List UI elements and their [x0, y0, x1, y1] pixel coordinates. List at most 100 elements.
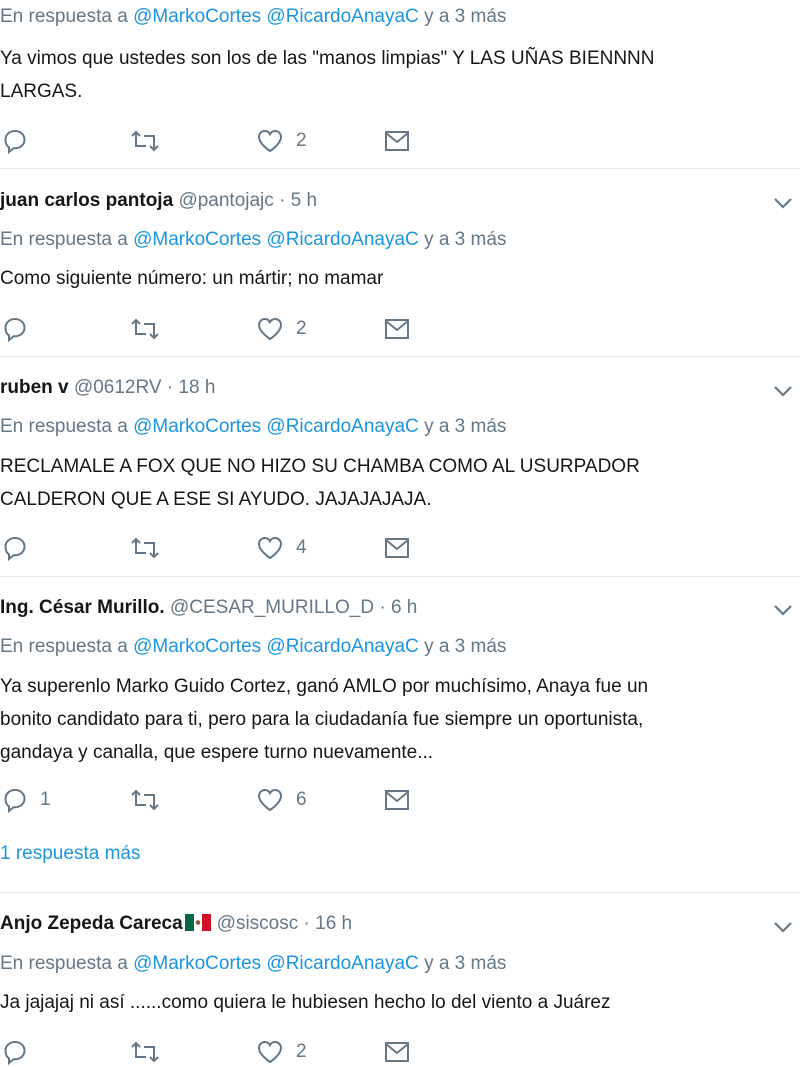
dm-button[interactable] — [384, 314, 410, 344]
like-count: 2 — [296, 130, 307, 151]
like-button[interactable]: 2 — [256, 314, 307, 344]
reply-button[interactable] — [2, 126, 40, 156]
tweet-text-line: Ya superenlo Marko Guido Cortez, ganó AM… — [0, 676, 649, 697]
tweet-text: Ja jajajaj ni así ......como quiera le h… — [0, 986, 790, 1019]
user-name[interactable]: juan carlos pantoja — [0, 190, 173, 211]
tweet-text-line: LARGAS. — [0, 81, 83, 102]
like-button[interactable]: 2 — [256, 126, 307, 156]
heart-icon — [257, 536, 283, 560]
reply-button[interactable] — [2, 1037, 40, 1067]
heart-icon — [257, 317, 283, 341]
envelope-icon — [385, 790, 409, 810]
reply-suffix: y a 3 más — [424, 229, 507, 250]
envelope-icon — [385, 319, 409, 339]
like-button[interactable]: 2 — [256, 1037, 307, 1067]
tweet-menu-button[interactable] — [772, 603, 794, 622]
dm-button[interactable] — [384, 785, 410, 815]
reply-icon — [4, 129, 26, 154]
reply-prefix: En respuesta a — [0, 6, 128, 27]
heart-icon — [257, 788, 283, 812]
retweet-icon — [131, 537, 159, 559]
reply-button[interactable]: 1 — [2, 785, 51, 815]
retweet-icon — [131, 789, 159, 811]
tweet-text: RECLAMALE A FOX QUE NO HIZO SU CHAMBA CO… — [0, 450, 790, 516]
mention-link[interactable]: @RicardoAnayaC — [266, 953, 418, 974]
chevron-down-icon — [774, 198, 792, 209]
tweet-menu-button[interactable] — [772, 384, 794, 403]
reply-suffix: y a 3 más — [424, 953, 507, 974]
retweet-button[interactable] — [130, 126, 160, 156]
retweet-icon — [131, 318, 159, 340]
tweet-text: Como siguiente número: un mártir; no mam… — [0, 262, 790, 295]
user-name[interactable]: Ing. César Murillo. — [0, 597, 165, 618]
mention-link[interactable]: @MarkoCortes — [133, 416, 261, 437]
mention-link[interactable]: @MarkoCortes — [133, 229, 261, 250]
tweet-time[interactable]: 5 h — [291, 190, 317, 211]
mention-link[interactable]: @RicardoAnayaC — [266, 416, 418, 437]
reply-prefix: En respuesta a — [0, 636, 128, 657]
tweet-text-line: RECLAMALE A FOX QUE NO HIZO SU CHAMBA CO… — [0, 456, 640, 477]
reply-icon — [4, 1040, 26, 1065]
dm-button[interactable] — [384, 126, 410, 156]
mention-link[interactable]: @MarkoCortes — [133, 6, 261, 27]
mention-link[interactable]: @RicardoAnayaC — [266, 6, 418, 27]
tweet-menu-button[interactable] — [772, 920, 794, 939]
dm-button[interactable] — [384, 1037, 410, 1067]
reply-prefix: En respuesta a — [0, 416, 128, 437]
retweet-button[interactable] — [130, 314, 160, 344]
tweet-text-line: Como siguiente número: un mártir; no mam… — [0, 268, 384, 289]
like-button[interactable]: 4 — [256, 533, 307, 563]
tweet-header: ruben v @0612RV · 18 h — [0, 377, 215, 399]
retweet-button[interactable] — [130, 785, 160, 815]
tweet-actions: 1 6 — [0, 785, 420, 815]
tweet-time[interactable]: 16 h — [315, 913, 352, 934]
dm-button[interactable] — [384, 533, 410, 563]
tweet-time[interactable]: 18 h — [178, 377, 215, 398]
tweet-text-line: Ja jajajaj ni así ......como quiera le h… — [0, 992, 611, 1013]
separator-dot: · — [279, 190, 286, 211]
reply-suffix: y a 3 más — [424, 636, 507, 657]
tweet-text-line: bonito candidato para ti, pero para la c… — [0, 709, 644, 730]
reply-suffix: y a 3 más — [424, 6, 507, 27]
chevron-down-icon — [774, 386, 792, 397]
reply-context: En respuesta a @MarkoCortes @RicardoAnay… — [0, 636, 506, 658]
tweet-text: Ya vimos que ustedes son los de las "man… — [0, 42, 790, 108]
tweet-actions: 2 — [0, 126, 420, 156]
separator-dot: · — [303, 913, 310, 934]
like-count: 2 — [296, 318, 307, 339]
tweet-header: juan carlos pantoja @pantojajc · 5 h — [0, 190, 317, 212]
user-handle[interactable]: @0612RV — [74, 377, 162, 398]
like-count: 2 — [296, 1041, 307, 1062]
retweet-button[interactable] — [130, 1037, 160, 1067]
reply-icon — [4, 788, 26, 813]
divider — [0, 576, 800, 577]
tweet-time[interactable]: 6 h — [391, 597, 417, 618]
tweet-header: Anjo Zepeda Careca @siscosc · 16 h — [0, 913, 352, 935]
more-replies-link[interactable]: 1 respuesta más — [0, 843, 140, 865]
separator-dot: · — [379, 597, 386, 618]
user-name[interactable]: Anjo Zepeda Careca — [0, 913, 183, 934]
reply-icon — [4, 536, 26, 561]
tweet-actions: 2 — [0, 314, 420, 344]
tweet-text-line: Ya vimos que ustedes son los de las "man… — [0, 48, 655, 69]
chevron-down-icon — [774, 605, 792, 616]
tweet-text: Ya superenlo Marko Guido Cortez, ganó AM… — [0, 670, 790, 769]
tweet-menu-button[interactable] — [772, 196, 794, 215]
reply-count: 1 — [40, 789, 51, 810]
mention-link[interactable]: @RicardoAnayaC — [266, 636, 418, 657]
retweet-button[interactable] — [130, 533, 160, 563]
mention-link[interactable]: @MarkoCortes — [133, 953, 261, 974]
mention-link[interactable]: @RicardoAnayaC — [266, 229, 418, 250]
reply-button[interactable] — [2, 314, 40, 344]
user-handle[interactable]: @CESAR_MURILLO_D — [170, 597, 374, 618]
user-name[interactable]: ruben v — [0, 377, 69, 398]
mention-link[interactable]: @MarkoCortes — [133, 636, 261, 657]
heart-icon — [257, 1040, 283, 1064]
divider — [0, 892, 800, 893]
reply-button[interactable] — [2, 533, 40, 563]
user-handle[interactable]: @siscosc — [217, 913, 299, 934]
reply-icon — [4, 317, 26, 342]
user-handle[interactable]: @pantojajc — [178, 190, 273, 211]
tweet-text-line: gandaya y canalla, que espere turno nuev… — [0, 742, 434, 763]
like-button[interactable]: 6 — [256, 785, 307, 815]
